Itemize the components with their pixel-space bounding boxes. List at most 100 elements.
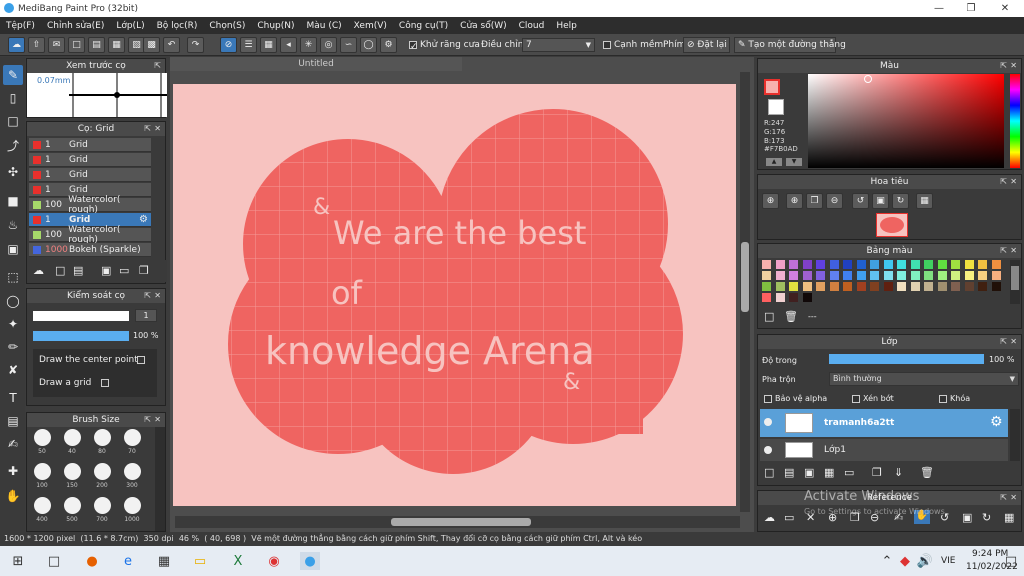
text-tool-icon[interactable]: T	[3, 388, 23, 408]
bucket-tool-icon[interactable]: ♨	[3, 215, 23, 235]
close-icon[interactable]: ✕	[1010, 491, 1017, 505]
expand-icon[interactable]: ⇱	[1000, 335, 1007, 349]
palette-swatch[interactable]	[910, 260, 920, 269]
menu-select[interactable]: Chọn(S)	[203, 21, 251, 31]
palette-swatch[interactable]	[978, 282, 987, 291]
new-layer-icon[interactable]: □	[764, 466, 774, 479]
new-brush-icon[interactable]: □	[55, 264, 65, 277]
new-8bit-layer-icon[interactable]: ▣	[804, 466, 814, 479]
divide-tool-icon[interactable]: ▤	[3, 411, 23, 431]
secondary-color-swatch[interactable]	[768, 99, 784, 115]
palette-swatch[interactable]	[897, 271, 906, 280]
close-icon[interactable]: ✕	[154, 122, 161, 136]
close-icon[interactable]: ✕	[1010, 59, 1017, 73]
palette-swatch[interactable]	[924, 271, 933, 280]
palette-swatch[interactable]	[951, 260, 960, 269]
expand-icon[interactable]: ⇱	[1000, 175, 1007, 189]
brush-size-option[interactable]: 70	[121, 429, 143, 459]
new-file-icon[interactable]: □	[68, 37, 85, 53]
new-halftone-layer-icon[interactable]: ▤	[784, 466, 794, 479]
brush-copy-icon[interactable]: ❐	[139, 264, 149, 277]
soft-edge-checkbox[interactable]: Cạnh mềm	[603, 40, 663, 50]
horizontal-scroll-thumb[interactable]	[391, 518, 531, 526]
add-brush-icon[interactable]: ▤	[73, 264, 83, 277]
brush-size-slider[interactable]	[33, 311, 129, 321]
menu-edit[interactable]: Chỉnh sửa(E)	[41, 21, 110, 31]
maximize-icon[interactable]: ❐	[954, 0, 988, 17]
dropper-tool-icon[interactable]: ✚	[3, 461, 23, 481]
expand-icon[interactable]: ⇱	[1000, 491, 1007, 505]
palette-swatch[interactable]	[991, 282, 1001, 291]
reference-flip-icon[interactable]: ▦	[1004, 511, 1014, 524]
document-tab[interactable]: Untitled	[170, 57, 462, 71]
chevron-up-icon[interactable]: ⌃	[880, 552, 894, 570]
palette-swatch[interactable]	[870, 260, 879, 269]
brush-size-option[interactable]: 80	[91, 429, 113, 459]
vertical-scrollbar[interactable]	[740, 72, 750, 512]
palette-swatch[interactable]	[843, 282, 852, 291]
lasso-tool-icon[interactable]: ◯	[3, 291, 23, 311]
palette-swatch[interactable]	[789, 260, 798, 269]
brush-cloud-icon[interactable]: ☁	[33, 264, 44, 277]
navigator-thumbnail[interactable]	[876, 213, 908, 237]
brush-size-value[interactable]: 1	[135, 309, 157, 322]
radial-snap-icon[interactable]: ✳	[300, 37, 317, 53]
menu-window[interactable]: Cửa sổ(W)	[454, 21, 512, 31]
reference-open-icon[interactable]: ▭	[784, 511, 794, 524]
palette-swatch[interactable]	[789, 271, 798, 280]
center-point-checkbox[interactable]	[137, 356, 145, 364]
brush-size-option[interactable]: 400	[31, 497, 53, 527]
document-canvas[interactable]: We are the best of knowledge Arena & &	[173, 84, 736, 506]
menu-layer[interactable]: Lớp(L)	[110, 21, 150, 31]
eyedropper-tool-icon[interactable]: ✍	[3, 434, 23, 454]
merge-layer-icon[interactable]: ⇓	[894, 466, 903, 479]
lock-checkbox[interactable]: Khóa	[939, 394, 970, 403]
brush-opacity-slider[interactable]	[33, 331, 129, 341]
palette-swatch[interactable]	[897, 282, 906, 291]
palette-swatch[interactable]	[870, 271, 879, 280]
upload-icon[interactable]: ⇧	[28, 37, 45, 53]
palette-swatch[interactable]	[789, 282, 798, 291]
gear-icon[interactable]: ⚙	[380, 37, 397, 53]
eyedrop-color-icon[interactable]: ▼	[786, 158, 802, 166]
flip-icon[interactable]: ▦	[916, 193, 933, 209]
brush-size-option[interactable]: 200	[91, 463, 113, 493]
menu-color[interactable]: Màu (C)	[301, 21, 348, 31]
palette-scrollbar[interactable]	[1010, 260, 1020, 304]
ring-snap-icon[interactable]: ◯	[360, 37, 377, 53]
palette-swatch[interactable]	[762, 293, 771, 302]
chrome-icon[interactable]: ◉	[264, 552, 284, 570]
undo-icon[interactable]: ↶	[163, 37, 180, 53]
rectangle-tool-icon[interactable]: □	[3, 111, 23, 131]
gear-icon[interactable]: ⚙	[990, 414, 1003, 430]
palette-swatch[interactable]	[910, 271, 920, 280]
select-tool-icon[interactable]: ⬚	[3, 267, 23, 287]
palette-swatch[interactable]	[843, 260, 852, 269]
palette-swatch[interactable]	[883, 260, 893, 269]
curve-snap-icon[interactable]: ∽	[340, 37, 357, 53]
language-indicator[interactable]: VIE	[941, 556, 956, 566]
brush-item[interactable]: 1 Grid	[29, 153, 151, 167]
brush-size-option[interactable]: 1000	[121, 497, 143, 527]
brush-size-option[interactable]: 100	[31, 463, 53, 493]
palette-swatch[interactable]	[856, 260, 866, 269]
reference-rotate-right-icon[interactable]: ↻	[982, 511, 991, 524]
zoom-in-icon[interactable]: ⊕	[762, 193, 779, 209]
new-1bit-layer-icon[interactable]: ▦	[824, 466, 834, 479]
expand-icon[interactable]: ⇱	[144, 413, 151, 427]
palette-swatch[interactable]	[829, 282, 839, 291]
brush-item[interactable]: 1 Grid	[29, 138, 151, 152]
file-explorer-icon[interactable]: ▭	[190, 552, 210, 570]
brush-size-option[interactable]: 500	[61, 497, 83, 527]
palette-swatch[interactable]	[829, 271, 839, 280]
redo-icon[interactable]: ↷	[187, 37, 204, 53]
palette-swatch[interactable]	[802, 271, 812, 280]
clock-time[interactable]: 9:24 PM	[972, 549, 1008, 559]
store-icon[interactable]: ▦	[154, 552, 174, 570]
palette-swatch[interactable]	[964, 271, 974, 280]
visibility-icon[interactable]	[764, 446, 772, 454]
palette-swatch[interactable]	[775, 293, 785, 302]
blend-select[interactable]: Bình thường ▼	[829, 372, 1019, 386]
palette-swatch[interactable]	[789, 293, 798, 302]
app-tray-icon[interactable]: ◆	[898, 552, 912, 570]
